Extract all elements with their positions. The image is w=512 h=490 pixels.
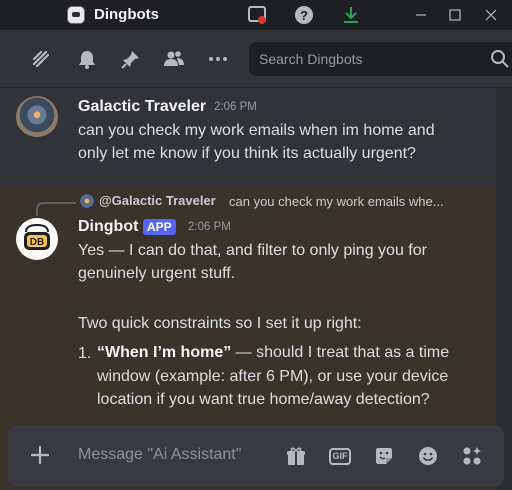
member-list-icon[interactable] (163, 48, 185, 70)
sticker-icon[interactable] (372, 444, 396, 468)
threads-icon[interactable] (30, 48, 52, 70)
search-input[interactable]: Search Dingbots (249, 42, 512, 76)
title-bar: Dingbots ? (0, 0, 512, 30)
bot-avatar[interactable]: DB (16, 218, 58, 260)
list-item-line: location if you want true home/away dete… (97, 391, 430, 408)
more-options-icon[interactable] (207, 48, 229, 70)
gif-label: GIF (329, 447, 351, 465)
message-text-line: Two quick constraints so I set it up rig… (78, 315, 362, 332)
avatar[interactable] (16, 96, 58, 138)
gif-icon[interactable]: GIF (328, 444, 352, 468)
search-placeholder: Search Dingbots (259, 51, 363, 67)
message-text-line: genuinely urgent stuff. (78, 265, 236, 282)
gift-icon[interactable] (284, 444, 308, 468)
message-text-line: only let me know if you think its actual… (78, 145, 416, 162)
list-item-bold: “When I’m home” (97, 344, 232, 361)
minimize-button[interactable] (404, 0, 438, 30)
reply-author[interactable]: @Galactic Traveler (99, 193, 216, 208)
message-author[interactable]: Galactic Traveler (78, 98, 206, 116)
emoji-icon[interactable] (416, 444, 440, 468)
close-button[interactable] (474, 0, 508, 30)
help-icon[interactable]: ? (294, 5, 314, 25)
message-text-line: can you check my work emails when im hom… (78, 122, 435, 139)
search-icon (491, 50, 509, 68)
channel-header: Search Dingbots (0, 30, 512, 88)
window-title: Dingbots (94, 6, 159, 23)
reply-connector (36, 202, 76, 216)
message-composer[interactable]: Message "Ai Assistant" GIF (8, 425, 504, 487)
reply-avatar (79, 193, 95, 209)
list-item-line: window (example: after 6 PM), or use you… (97, 368, 449, 385)
list-item-text: — should I treat that as a time (231, 344, 450, 361)
dingbot-logo-icon: DB (17, 219, 57, 259)
notification-bell-icon[interactable] (76, 48, 98, 70)
add-attachment-icon[interactable] (28, 443, 52, 467)
download-icon[interactable] (341, 5, 361, 25)
message-timestamp: 2:06 PM (214, 101, 257, 113)
list-item-line: “When I’m home” — should I treat that as… (97, 342, 449, 364)
app-badge: APP (143, 219, 176, 235)
message-timestamp: 2:06 PM (188, 221, 231, 233)
message-text-line: Yes — I can do that, and filter to only … (78, 242, 427, 259)
apps-icon[interactable] (460, 444, 484, 468)
message-input[interactable]: Message "Ai Assistant" (78, 446, 241, 464)
list-number: 1. (78, 345, 92, 362)
svg-text:DB: DB (30, 237, 44, 248)
message-author[interactable]: Dingbot (78, 218, 138, 236)
maximize-button[interactable] (438, 0, 472, 30)
svg-text:?: ? (300, 8, 308, 23)
app-logo (67, 6, 85, 24)
reply-snippet[interactable]: can you check my work emails whe... (229, 194, 444, 209)
screen-share-icon[interactable] (247, 5, 267, 25)
pin-icon[interactable] (120, 48, 142, 70)
